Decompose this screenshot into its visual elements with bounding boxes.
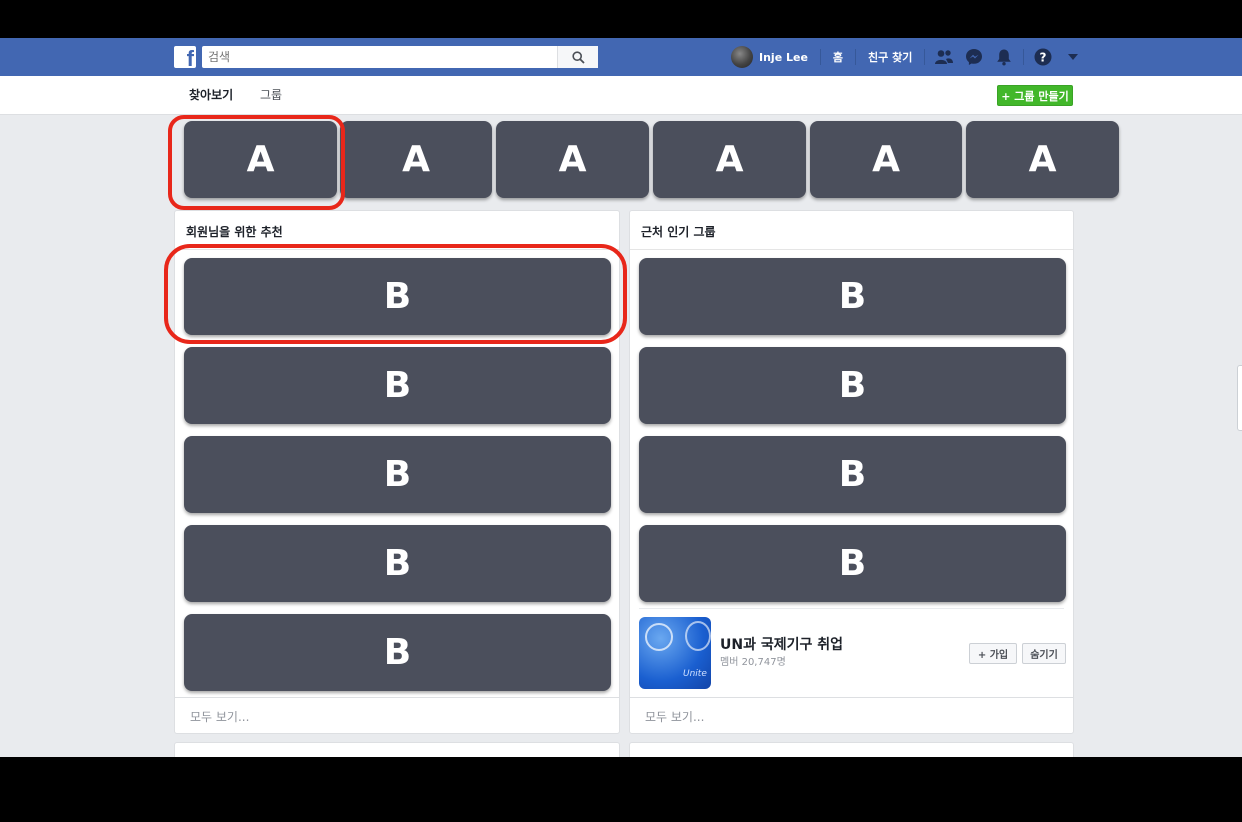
home-link[interactable]: 홈 (825, 49, 851, 65)
avatar[interactable] (731, 46, 753, 68)
divider (175, 249, 619, 250)
facebook-logo-icon[interactable]: f (174, 46, 196, 68)
un-emblem-icon (685, 621, 711, 651)
see-all-link[interactable]: 모두 보기... (645, 708, 704, 725)
category-card[interactable]: A (653, 121, 806, 198)
group-list-item: Unite UN과 국제기구 취업 멤버 20,747명 + 가입 숨기기 (639, 614, 1066, 692)
group-cover-image[interactable]: Unite (639, 617, 711, 689)
category-card[interactable]: A (810, 121, 962, 198)
hide-group-button[interactable]: 숨기기 (1022, 643, 1066, 664)
create-group-button[interactable]: + 그룹 만들기 (997, 85, 1073, 106)
search-box (202, 46, 598, 68)
groups-subnav: 찾아보기 그룹 + 그룹 만들기 (0, 76, 1242, 115)
account-menu-caret-icon[interactable] (1061, 45, 1085, 69)
next-panel (629, 742, 1074, 757)
image-caption: Unite (683, 669, 707, 679)
panel-footer: 모두 보기... (630, 697, 1073, 733)
tab-discover[interactable]: 찾아보기 (189, 76, 233, 114)
see-all-link[interactable]: 모두 보기... (190, 708, 249, 725)
group-member-count: 멤버 20,747명 (720, 657, 786, 668)
notifications-bell-icon[interactable] (992, 45, 1016, 69)
divider (924, 49, 926, 65)
friend-requests-icon[interactable] (932, 45, 956, 69)
group-suggestion-card[interactable]: B (639, 347, 1066, 424)
top-nav-right: Inje Lee 홈 친구 찾기 ? (731, 38, 1088, 76)
svg-text:?: ? (1040, 50, 1047, 64)
messenger-icon[interactable] (962, 45, 986, 69)
find-friends-link[interactable]: 친구 찾기 (860, 49, 920, 65)
nearby-popular-groups-panel: 근처 인기 그룹 B B B B Unite UN과 국제기구 취업 멤버 20… (629, 210, 1074, 734)
group-suggestion-card[interactable]: B (639, 525, 1066, 602)
un-emblem-icon (645, 623, 673, 651)
group-name[interactable]: UN과 국제기구 취업 (720, 634, 843, 654)
recommended-groups-panel: 회원님을 위한 추천 B B B B B 모두 보기... (174, 210, 620, 734)
divider (639, 608, 1064, 609)
panel-title: 회원님을 위한 추천 (186, 225, 283, 239)
search-button[interactable] (557, 46, 598, 68)
divider (855, 49, 857, 65)
next-panel (174, 742, 620, 757)
category-card[interactable]: A (184, 121, 337, 198)
divider (630, 249, 1073, 250)
group-suggestion-card[interactable]: B (184, 258, 611, 335)
category-card[interactable]: A (496, 121, 649, 198)
help-question-icon[interactable]: ? (1031, 45, 1055, 69)
group-suggestion-card[interactable]: B (184, 436, 611, 513)
group-suggestion-card[interactable]: B (639, 436, 1066, 513)
search-input[interactable] (202, 46, 556, 68)
panel-title: 근처 인기 그룹 (641, 225, 716, 239)
divider (1023, 49, 1025, 65)
group-suggestion-card[interactable]: B (639, 258, 1066, 335)
top-navigation-bar: f Inje Lee 홈 친구 찾기 (0, 38, 1242, 77)
group-suggestion-card[interactable]: B (184, 614, 611, 691)
panel-footer: 모두 보기... (175, 697, 619, 733)
group-suggestion-card[interactable]: B (184, 347, 611, 424)
category-card[interactable]: A (340, 121, 492, 198)
join-group-button[interactable]: + 가입 (969, 643, 1017, 664)
tab-groups[interactable]: 그룹 (260, 76, 282, 114)
facebook-window: f Inje Lee 홈 친구 찾기 (0, 38, 1242, 757)
search-icon (571, 50, 585, 64)
group-suggestion-card[interactable]: B (184, 525, 611, 602)
profile-link[interactable]: Inje Lee (759, 51, 816, 64)
side-edge-tab[interactable] (1237, 365, 1242, 431)
divider (819, 49, 821, 65)
category-card[interactable]: A (966, 121, 1119, 198)
